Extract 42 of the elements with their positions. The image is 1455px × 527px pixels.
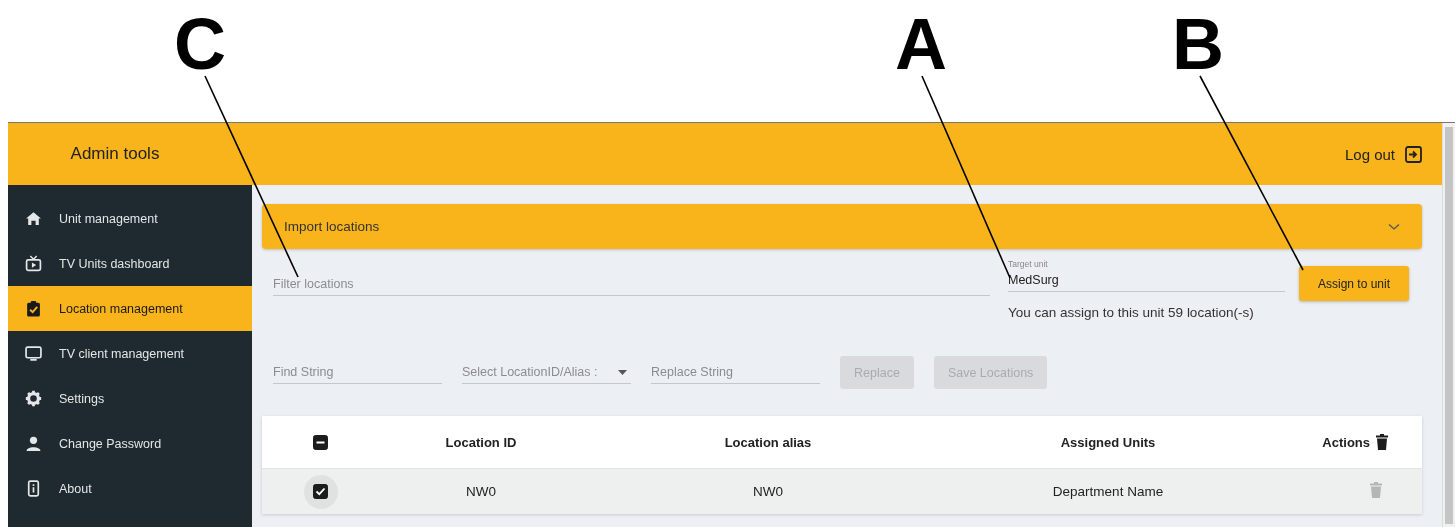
menu-item-icon <box>25 300 42 317</box>
column-header: Assigned Units <box>1060 434 1156 450</box>
scrollbar[interactable] <box>1442 123 1455 527</box>
callout-letter: A <box>895 8 947 80</box>
sidebar-item[interactable]: Location management <box>8 286 252 331</box>
table-cell: NW0 <box>466 484 496 499</box>
logout-button[interactable]: Log out <box>1340 141 1426 167</box>
callout-letter: C <box>174 8 226 80</box>
menu-item-icon <box>25 210 42 227</box>
delete-icon[interactable] <box>1376 434 1388 450</box>
sidebar-item[interactable]: Settings <box>8 376 252 421</box>
callout-letter: B <box>1172 8 1224 80</box>
panel-title: Import locations <box>284 219 380 234</box>
table-cell: Department Name <box>1052 484 1164 499</box>
field-label: Target unit <box>1008 259 1049 269</box>
table-cell: NW0 <box>753 484 783 499</box>
sidebar-item[interactable]: TV client management <box>8 331 252 376</box>
caret-icon <box>618 369 627 375</box>
menu-item-icon <box>25 255 42 272</box>
target-unit-field[interactable]: MedSurg <box>1008 269 1285 292</box>
filter-field[interactable]: Filter locations <box>273 273 990 296</box>
sidebar-item[interactable]: Unit management <box>8 196 252 241</box>
column-header: Location alias <box>724 434 812 450</box>
replace-field[interactable]: Replace String <box>651 361 820 384</box>
checkbox[interactable] <box>313 484 328 499</box>
column-header: Location ID <box>445 434 517 450</box>
checkbox[interactable] <box>313 434 328 450</box>
sidebar-item[interactable]: Change Password <box>8 421 252 466</box>
find-field[interactable]: Find String <box>273 361 442 384</box>
chevron-down-icon <box>1388 222 1400 231</box>
menu-item-icon <box>25 480 42 497</box>
assign-button[interactable]: Assign to unit <box>1299 266 1409 301</box>
sidebar-item[interactable]: About <box>8 466 252 511</box>
menu-item-icon <box>25 390 42 407</box>
assign-message: You can assign to this unit 59 location(-s) <box>1008 305 1255 320</box>
logout-icon <box>1405 145 1422 163</box>
column-header: Actions <box>1322 434 1370 450</box>
app-title: Admin tools <box>69 144 161 164</box>
sidebar-item[interactable]: TV Units dashboard <box>8 241 252 286</box>
menu-item-icon <box>25 345 42 362</box>
import-locations-panel[interactable]: Import locations <box>262 204 1422 249</box>
menu-item-icon <box>25 435 42 452</box>
